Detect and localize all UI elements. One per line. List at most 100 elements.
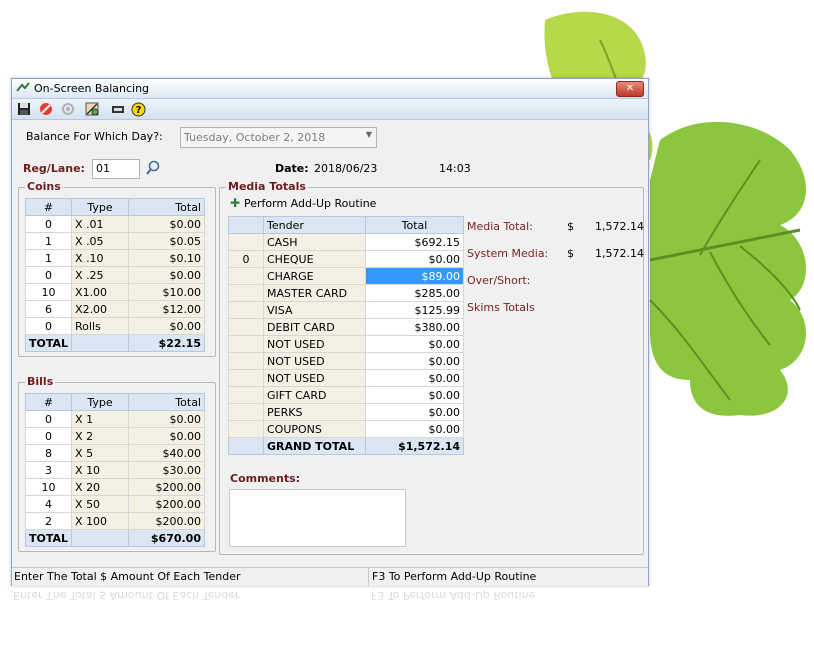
count-cell[interactable]: 0 <box>24 215 73 233</box>
skims-totals-link[interactable]: Skims Totals <box>467 301 535 314</box>
type-cell: X 100 <box>71 512 130 530</box>
tender-amount-cell[interactable]: $0.00 <box>365 335 464 353</box>
table-row: 8X 5 $40.00 <box>24 444 205 462</box>
tender-amount-cell[interactable]: $380.00 <box>365 318 464 336</box>
count-cell[interactable]: 1 <box>24 232 73 250</box>
balance-day-select[interactable]: Tuesday, October 2, 2018 ▼ <box>180 127 377 148</box>
time-value: 14:03 <box>439 162 471 175</box>
count-cell[interactable]: 2 <box>24 512 73 530</box>
total-row: TOTAL $670.00 <box>24 529 205 547</box>
column-header <box>228 216 264 234</box>
total-cell: $0.00 <box>128 410 205 428</box>
type-cell: X .25 <box>71 266 130 284</box>
type-cell: X .01 <box>71 215 130 233</box>
grand-total-spacer <box>228 437 264 455</box>
count-cell[interactable]: 0 <box>24 427 73 445</box>
grand-total-row: GRAND TOTAL $1,572.14 <box>228 437 464 455</box>
coins-title: Coins <box>25 180 63 193</box>
tender-cell: DEBIT CARD <box>263 318 366 336</box>
count-cell[interactable]: 10 <box>24 478 73 496</box>
bills-title: Bills <box>25 375 56 388</box>
bills-table: # Type Total 0 X 1 $0.00 0 X 2 $0.00 8 X 5 $40.00 3 X… <box>24 393 205 547</box>
row-marker-cell <box>228 318 264 336</box>
reg-lane-input[interactable]: 01 <box>92 159 140 179</box>
status-right: F3 To Perform Add-Up Routine <box>372 570 537 583</box>
status-reflection: Enter The Total $ Amount Of Each Tender … <box>11 588 647 628</box>
table-row: PERKS $0.00 <box>228 403 464 421</box>
column-header: Total <box>128 198 205 216</box>
system-media-label: System Media: <box>467 247 549 260</box>
tender-cell: COUPONS <box>263 420 366 438</box>
count-cell[interactable]: 6 <box>24 300 73 318</box>
table-row: 3X 10 $30.00 <box>24 461 205 479</box>
media-total-value: 1,572.14 <box>595 220 644 233</box>
help-glyph: ? <box>135 105 141 116</box>
refresh-icon[interactable] <box>60 101 76 117</box>
tender-amount-cell[interactable]: $0.00 <box>365 420 464 438</box>
tender-amount-cell[interactable]: $125.99 <box>365 301 464 319</box>
tender-amount-cell[interactable]: $0.00 <box>365 369 464 387</box>
table-header-row: # Type Total <box>24 198 205 216</box>
tender-cell: NOT USED <box>263 352 366 370</box>
tender-amount-cell[interactable]: $692.15 <box>365 233 464 251</box>
count-cell[interactable]: 4 <box>24 495 73 513</box>
coins-group: Coins # Type Total 0 X .01 $0.00 1 X .05 $0.05 1 X… <box>18 180 216 357</box>
column-header: Total <box>365 216 464 234</box>
tender-amount-cell[interactable]: $285.00 <box>365 284 464 302</box>
reg-lane-label: Reg/Lane: <box>23 162 85 175</box>
balance-day-value: Tuesday, October 2, 2018 <box>184 131 326 144</box>
table-row: 10 X1.00 $10.00 <box>24 283 205 301</box>
table-header-row: Tender Total <box>228 216 464 234</box>
tender-amount-cell[interactable]: $0.00 <box>365 386 464 404</box>
addup-label: Perform Add-Up Routine <box>244 197 377 210</box>
tender-amount-cell[interactable]: $89.00 <box>365 267 464 285</box>
table-row: 1X .05 $0.05 <box>24 232 205 250</box>
tender-cell: NOT USED <box>263 335 366 353</box>
count-cell[interactable]: 1 <box>24 249 73 267</box>
cash-drawer-icon[interactable] <box>110 101 126 117</box>
table-row: NOT USED $0.00 <box>228 369 464 387</box>
balance-day-label: Balance For Which Day?: <box>26 130 163 143</box>
date-value: 2018/06/23 <box>314 162 378 175</box>
help-icon[interactable]: ? <box>130 101 146 117</box>
grand-total-label: GRAND TOTAL <box>263 437 366 455</box>
table-row: CASH $692.15 <box>228 233 464 251</box>
count-cell[interactable]: 3 <box>24 461 73 479</box>
window-title: On-Screen Balancing <box>34 82 150 95</box>
plus-icon: ✚ <box>230 196 241 210</box>
count-cell[interactable]: 8 <box>24 444 73 462</box>
tender-cell: PERKS <box>263 403 366 421</box>
row-marker-cell <box>228 301 264 319</box>
total-cell: $0.10 <box>128 249 205 267</box>
count-cell[interactable]: 0 <box>24 317 73 335</box>
table-row: DEBIT CARD $380.00 <box>228 318 464 336</box>
table-row: VISA $125.99 <box>228 301 464 319</box>
table-row: 0 Rolls $0.00 <box>24 317 205 335</box>
count-cell[interactable]: 0 <box>24 410 73 428</box>
calculator-icon[interactable] <box>84 101 100 117</box>
count-cell[interactable]: 10 <box>24 283 73 301</box>
table-row: NOT USED $0.00 <box>228 335 464 353</box>
table-row: 10 X 20 $200.00 <box>24 478 205 496</box>
cancel-icon[interactable] <box>38 101 54 117</box>
total-cell: $200.00 <box>128 478 205 496</box>
grand-total-value: $1,572.14 <box>365 437 464 455</box>
tender-amount-cell[interactable]: $0.00 <box>365 250 464 268</box>
toolbar: ? <box>12 99 648 120</box>
search-icon[interactable] <box>145 160 161 176</box>
type-cell: X 1 <box>71 410 130 428</box>
status-left: Enter The Total $ Amount Of Each Tender <box>14 570 241 583</box>
save-icon[interactable] <box>16 101 32 117</box>
type-cell: X .05 <box>71 232 130 250</box>
table-row: NOT USED $0.00 <box>228 352 464 370</box>
count-cell[interactable]: 0 <box>24 266 73 284</box>
media-total-currency: $ <box>567 220 574 233</box>
column-header: Type <box>71 198 130 216</box>
tender-amount-cell[interactable]: $0.00 <box>365 403 464 421</box>
chevron-down-icon: ▼ <box>365 130 372 139</box>
comments-textarea[interactable] <box>229 489 406 547</box>
tender-amount-cell[interactable]: $0.00 <box>365 352 464 370</box>
close-button[interactable]: ✕ <box>616 81 644 97</box>
row-marker-cell <box>228 267 264 285</box>
reflection-right: F3 To Perform Add-Up Routine <box>371 589 536 602</box>
